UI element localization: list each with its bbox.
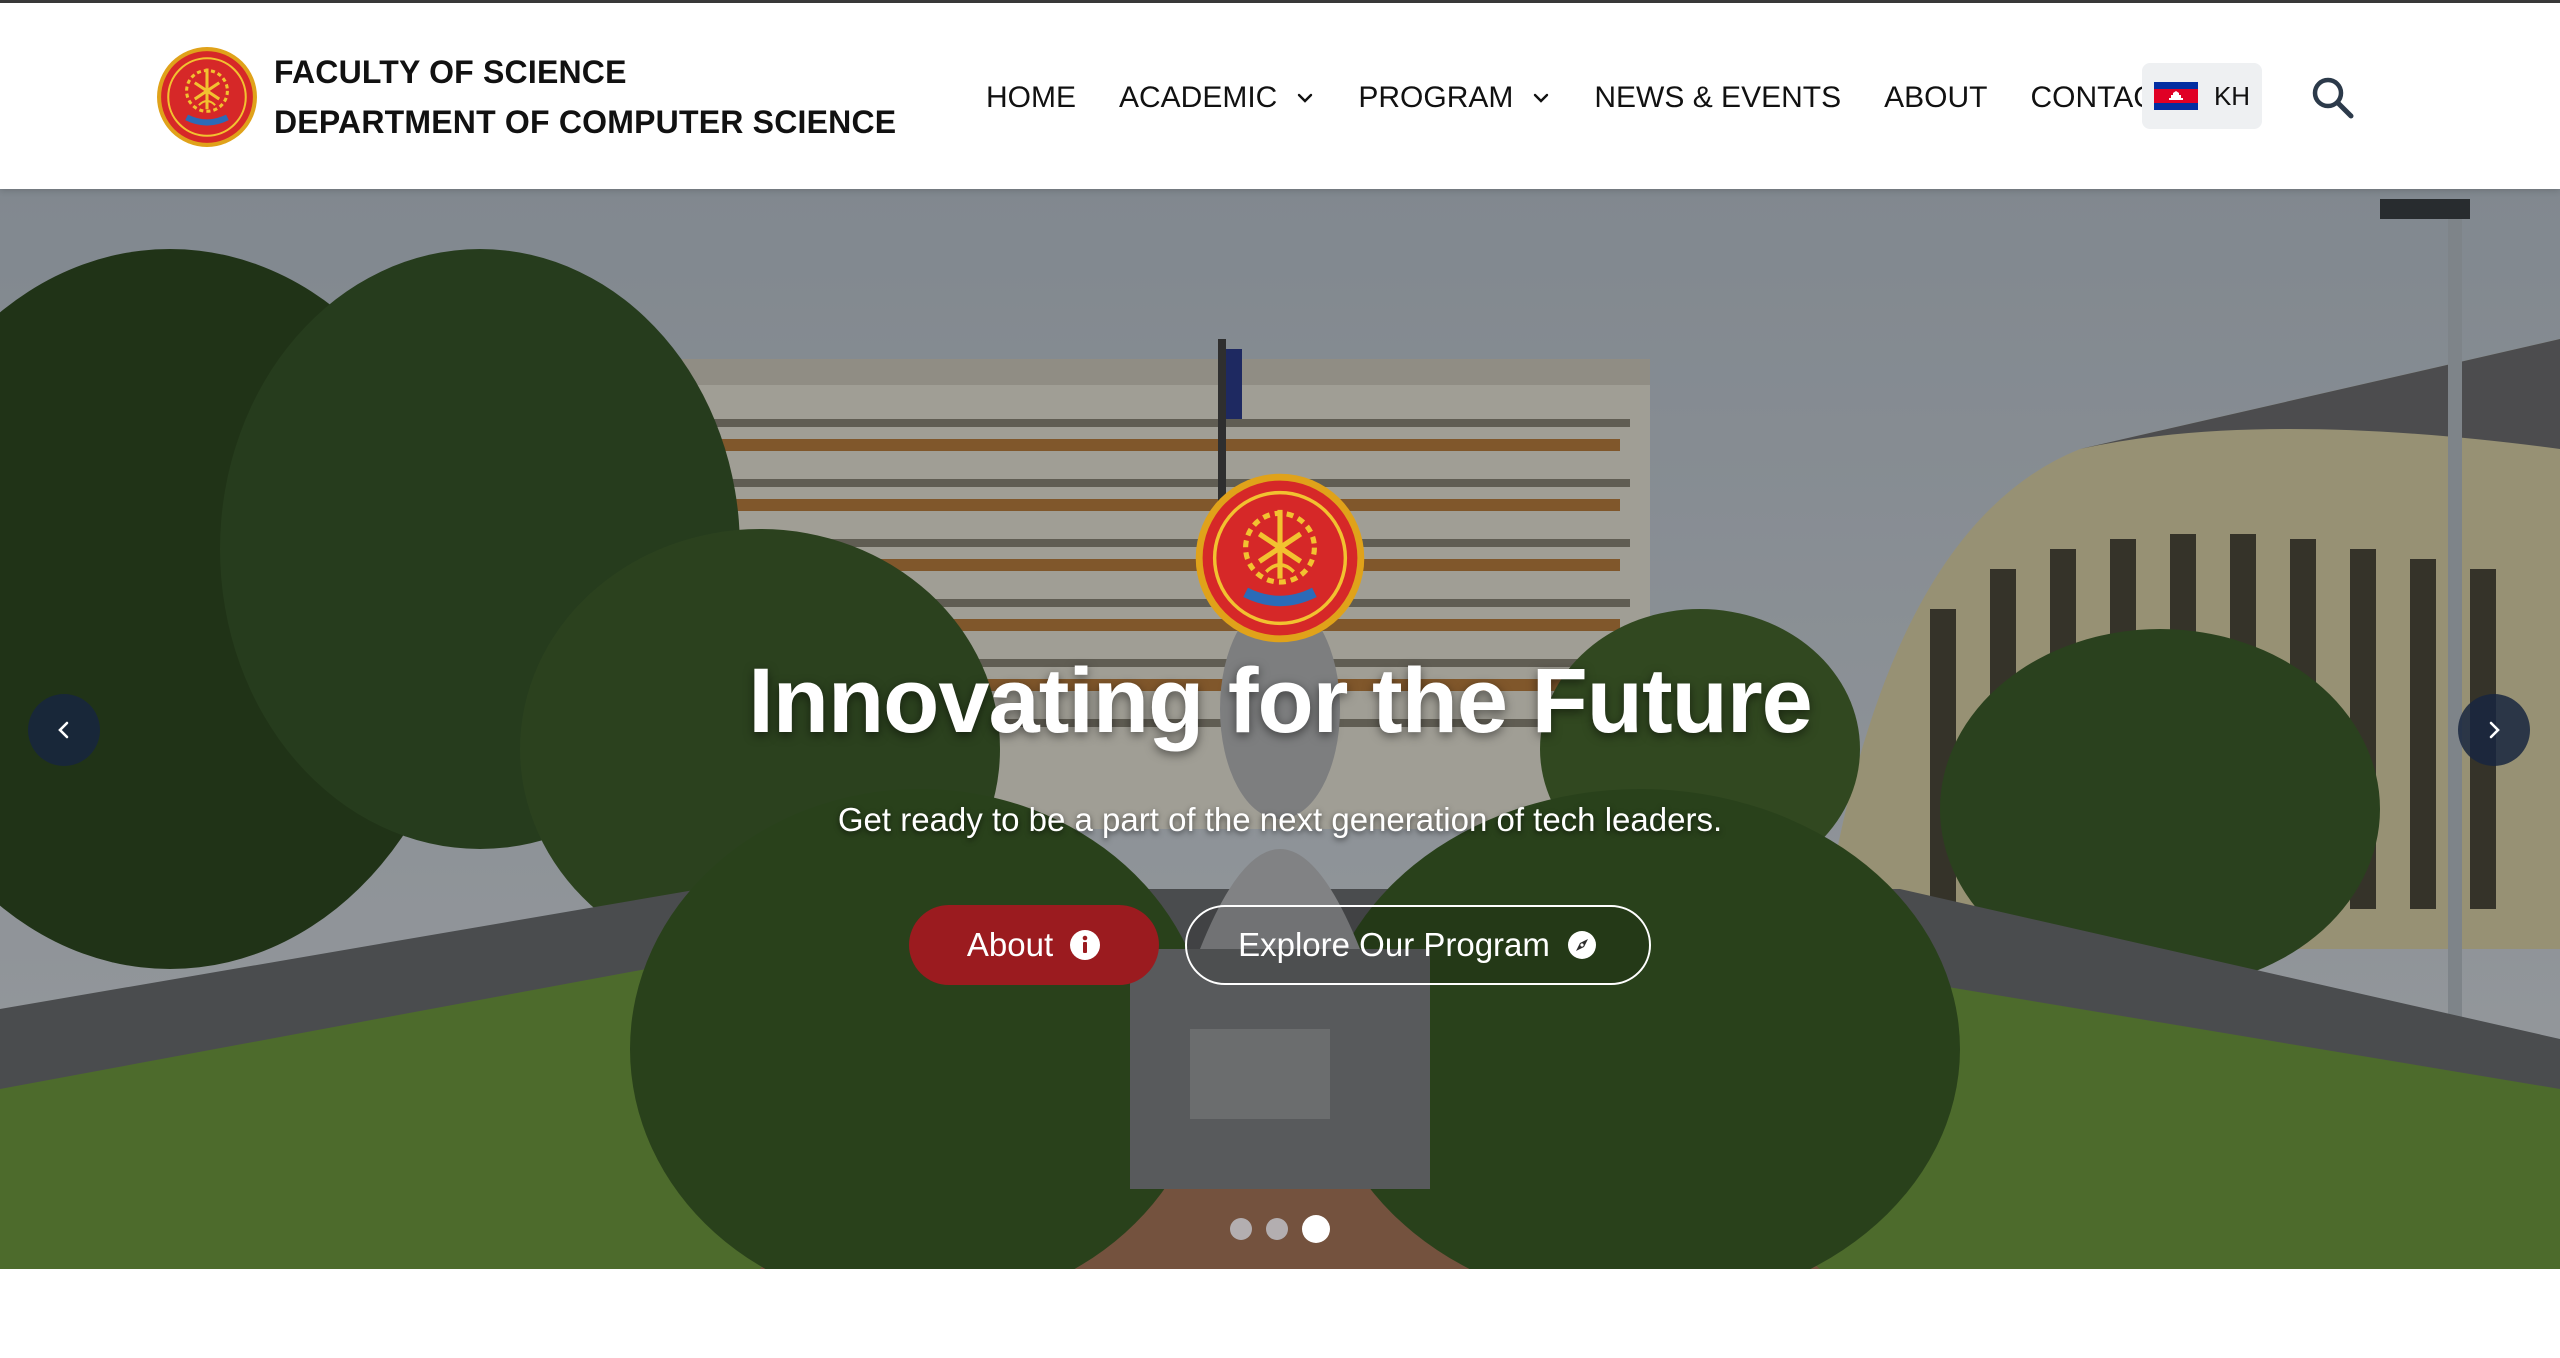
search-icon[interactable]: [2308, 73, 2356, 121]
nav-item-academic[interactable]: ACADEMIC: [1119, 81, 1315, 115]
chevron-down-icon: [1298, 93, 1313, 103]
hero-subtitle: Get ready to be a part of the next gener…: [837, 801, 1723, 838]
university-emblem-icon: [157, 47, 257, 147]
hero-carousel: Innovating for the Future Get ready to b…: [0, 189, 2560, 1269]
nav-label-home: HOME: [986, 81, 1076, 114]
hero-title: Innovating for the Future: [748, 650, 1813, 752]
language-label: KH: [2213, 80, 2251, 111]
nav-label-academic: ACADEMIC: [1119, 81, 1278, 114]
cambodia-flag-icon: [2153, 82, 2198, 110]
nav-label-news-events: NEWS & EVENTS: [1594, 81, 1842, 114]
university-emblem-icon: [1195, 473, 1365, 643]
explore-program-button[interactable]: Explore Our Program: [1185, 905, 1651, 985]
carousel-next-button[interactable]: [2458, 694, 2530, 766]
nav-item-home[interactable]: HOME: [986, 81, 1076, 115]
main-nav: HOME ACADEMIC PROGRAM NEWS & EVENTS ABOU…: [986, 63, 2216, 133]
language-switcher[interactable]: KH: [2142, 63, 2262, 129]
nav-item-news-events[interactable]: NEWS & EVENTS: [1594, 81, 1841, 115]
about-button-label: About: [966, 926, 1054, 963]
carousel-dot-3-active[interactable]: [1302, 1215, 1330, 1243]
carousel-indicators: [1230, 1215, 1330, 1243]
about-button[interactable]: About: [909, 905, 1159, 985]
department-name: DEPARTMENT OF COMPUTER SCIENCE: [274, 104, 897, 140]
info-circle-icon: [1070, 930, 1101, 960]
carousel-prev-button[interactable]: [28, 694, 100, 766]
site-header: FACULTY OF SCIENCE DEPARTMENT OF COMPUTE…: [0, 3, 2560, 189]
nav-label-program: PROGRAM: [1358, 81, 1514, 114]
faculty-name: FACULTY OF SCIENCE: [274, 54, 627, 90]
chevron-right-icon: [2489, 721, 2500, 739]
chevron-left-icon: [58, 721, 69, 739]
carousel-dot-2[interactable]: [1266, 1218, 1288, 1240]
compass-icon: [1567, 931, 1596, 959]
chevron-down-icon: [1534, 93, 1549, 103]
nav-item-about[interactable]: ABOUT: [1884, 81, 1987, 115]
nav-label-about: ABOUT: [1884, 81, 1988, 114]
explore-program-button-label: Explore Our Program: [1238, 926, 1550, 963]
carousel-dot-1[interactable]: [1230, 1218, 1252, 1240]
nav-item-program[interactable]: PROGRAM: [1358, 81, 1551, 115]
brand[interactable]: FACULTY OF SCIENCE DEPARTMENT OF COMPUTE…: [156, 43, 896, 151]
